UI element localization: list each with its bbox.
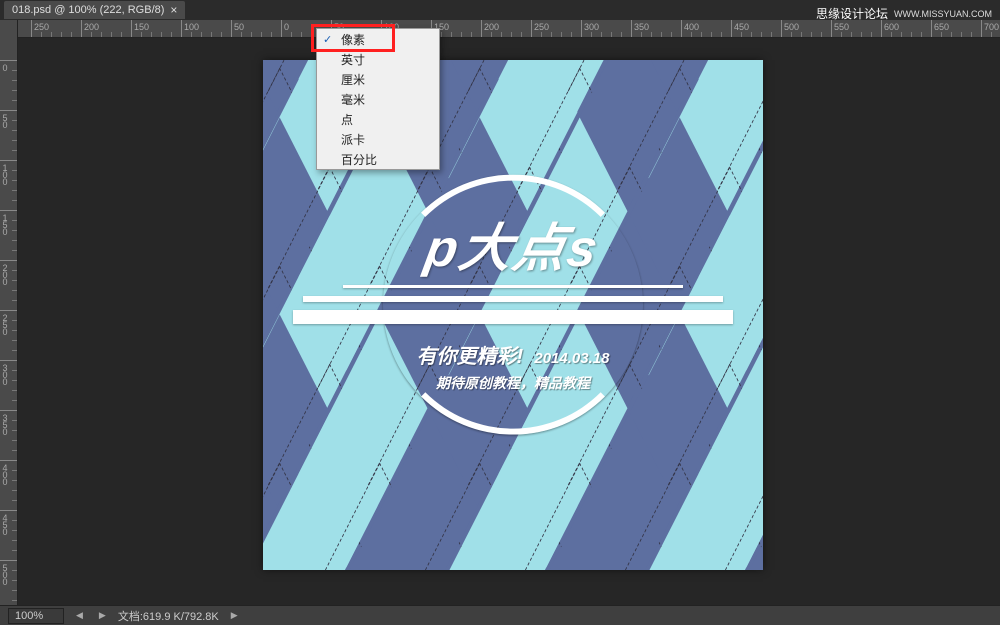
chevron-right-icon[interactable]: ▶ bbox=[227, 610, 242, 621]
unit-option-3[interactable]: 毫米 bbox=[317, 89, 439, 109]
unit-label: 派卡 bbox=[341, 131, 365, 148]
unit-label: 毫米 bbox=[341, 91, 365, 108]
unit-option-5[interactable]: 派卡 bbox=[317, 129, 439, 149]
unit-label: 英寸 bbox=[341, 51, 365, 68]
divider-line bbox=[343, 285, 683, 288]
document-tab[interactable]: 018.psd @ 100% (222, RGB/8) × bbox=[4, 1, 185, 19]
tab-title: 018.psd @ 100% (222, RGB/8) bbox=[12, 4, 164, 16]
unit-label: 点 bbox=[341, 111, 353, 128]
logo-tagline: 期待原创教程，精品教程 bbox=[436, 373, 590, 393]
chevron-right-icon[interactable]: ▶ bbox=[95, 610, 110, 621]
unit-label: 百分比 bbox=[341, 151, 377, 168]
ruler-vertical[interactable]: 050100150200250300350400450500 bbox=[0, 20, 18, 605]
doc-size-label: 文档:619.9 K/792.8K bbox=[118, 608, 219, 624]
ruler-horizontal[interactable]: 2502001501005005010015020025030035040045… bbox=[18, 20, 1000, 38]
divider-line bbox=[293, 310, 733, 324]
logo-subtitle: 有你更精彩! 2014.03.18 bbox=[417, 340, 610, 369]
zoom-input[interactable]: 100% bbox=[8, 608, 64, 624]
canvas-area[interactable]: p大点s 有你更精彩! 2014.03.18 期待原创教程，精品教程 bbox=[18, 38, 1000, 605]
unit-label: 厘米 bbox=[341, 71, 365, 88]
check-icon: ✓ bbox=[323, 33, 332, 46]
unit-option-6[interactable]: 百分比 bbox=[317, 149, 439, 169]
logo-title: p大点s bbox=[420, 206, 606, 281]
close-icon[interactable]: × bbox=[170, 3, 177, 17]
statusbar: 100% ◀ ▶ 文档:619.9 K/792.8K ▶ bbox=[0, 605, 1000, 625]
unit-label: 像素 bbox=[341, 31, 365, 48]
unit-option-1[interactable]: 英寸 bbox=[317, 49, 439, 69]
unit-option-0[interactable]: ✓ 像素 bbox=[317, 29, 439, 49]
unit-option-2[interactable]: 厘米 bbox=[317, 69, 439, 89]
unit-option-4[interactable]: 点 bbox=[317, 109, 439, 129]
divider-line bbox=[303, 296, 723, 302]
watermark: 思缘设计论坛 WWW.MISSYUAN.COM bbox=[816, 5, 992, 22]
chevron-left-icon[interactable]: ◀ bbox=[72, 610, 87, 621]
ruler-units-menu: ✓ 像素英寸厘米毫米点派卡百分比 bbox=[316, 28, 440, 170]
